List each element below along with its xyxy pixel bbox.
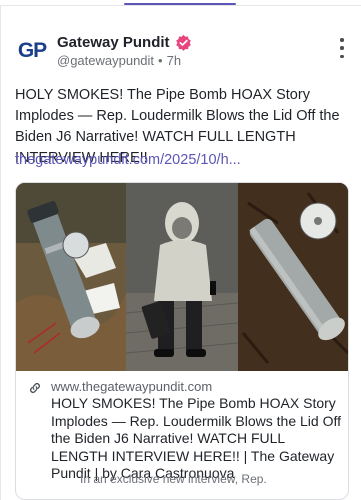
more-vertical-icon[interactable] bbox=[338, 38, 346, 58]
feed-post[interactable]: GP Gateway Pundit @gatewaypundit • 7h HO… bbox=[0, 6, 361, 500]
post-header: GP Gateway Pundit @gatewaypundit • 7h bbox=[15, 28, 350, 72]
author-name-row: Gateway Pundit bbox=[57, 32, 192, 52]
pipe-bomb-photo bbox=[16, 183, 126, 371]
author-handle-row: @gatewaypundit • 7h bbox=[57, 53, 181, 68]
avatar-logo-text: GP bbox=[17, 39, 47, 62]
post-link[interactable]: thegatewaypundit.com/2025/10/h... bbox=[15, 150, 350, 171]
post-timestamp[interactable]: 7h bbox=[167, 53, 181, 68]
link-preview-domain: www.thegatewaypundit.com bbox=[51, 379, 213, 394]
link-icon bbox=[30, 383, 40, 393]
meta-separator: • bbox=[158, 53, 163, 68]
link-preview-image[interactable] bbox=[16, 183, 348, 371]
avatar[interactable]: GP bbox=[15, 34, 49, 68]
author-handle[interactable]: @gatewaypundit bbox=[57, 53, 154, 68]
link-preview-title: HOLY SMOKES! The Pipe Bomb HOAX Story Im… bbox=[51, 395, 341, 481]
hooded-suspect-photo bbox=[126, 183, 238, 371]
author-display-name[interactable]: Gateway Pundit bbox=[57, 34, 170, 51]
active-tab-indicator bbox=[124, 3, 236, 5]
link-preview-description: In an exclusive new interview, Rep. bbox=[80, 472, 267, 486]
link-preview-card[interactable]: www.thegatewaypundit.com HOLY SMOKES! Th… bbox=[15, 182, 349, 500]
pipe-bomb-closeup-photo bbox=[238, 183, 348, 371]
verified-badge-icon bbox=[175, 34, 191, 51]
